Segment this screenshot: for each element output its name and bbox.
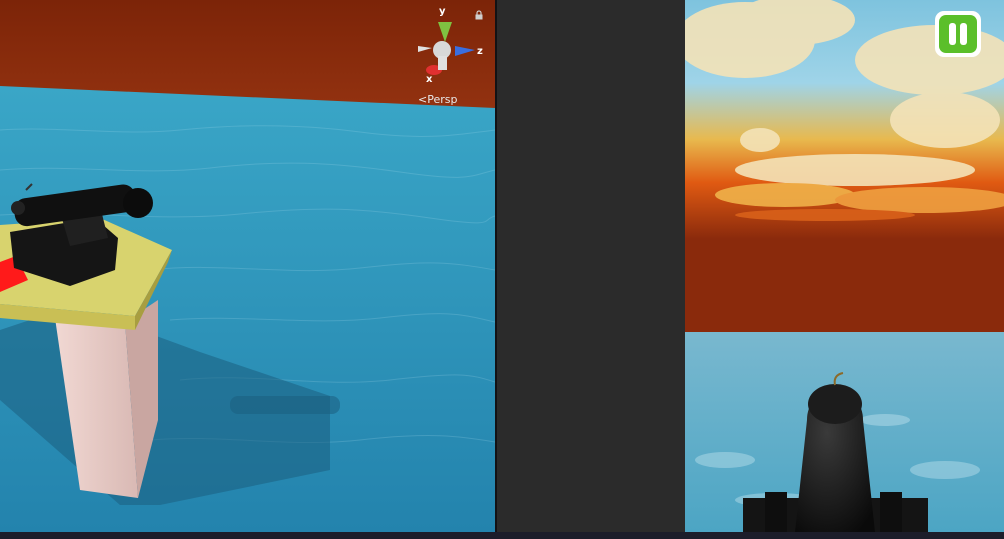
pause-icon	[939, 15, 977, 53]
persp-chevron-icon: <	[418, 93, 428, 106]
pause-button[interactable]	[935, 11, 981, 57]
scene-view[interactable]: y z x <Persp	[0, 0, 495, 532]
lock-icon[interactable]	[474, 10, 484, 20]
cannon-shadow	[230, 396, 340, 414]
gizmo-y-label: y	[439, 6, 446, 17]
game-view[interactable]	[685, 0, 1004, 532]
gizmo-x-label: x	[426, 74, 433, 85]
projection-label: Persp	[427, 93, 458, 106]
projection-toggle[interactable]: <Persp	[418, 93, 457, 106]
horizon-wall	[685, 260, 1004, 332]
scene-render	[0, 0, 495, 532]
gizmo-z-label: z	[477, 46, 483, 57]
game-render	[685, 0, 1004, 532]
game-view-container	[497, 0, 1004, 532]
bottom-status-bar	[0, 532, 1004, 539]
